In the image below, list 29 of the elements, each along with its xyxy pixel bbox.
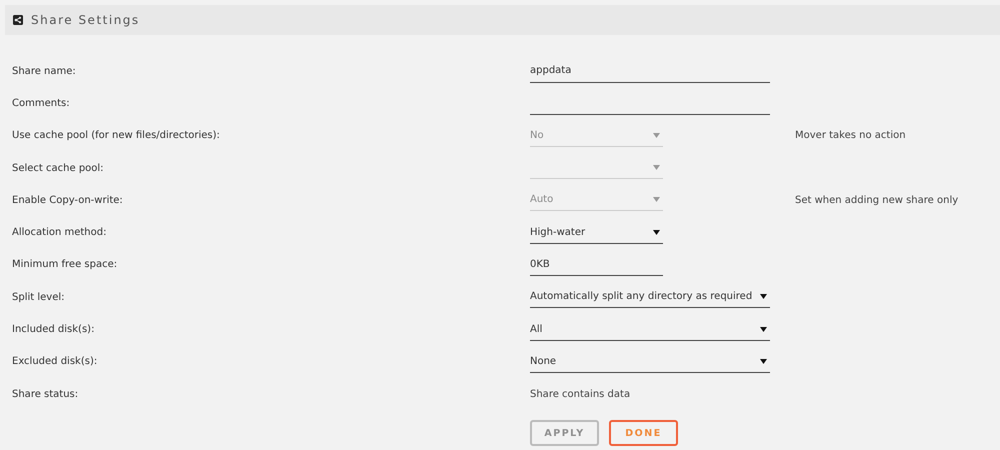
field-note: Mover takes no action [795,130,907,142]
status-text: Share contains data [530,388,630,400]
select-field[interactable]: None [530,350,770,373]
field-label: Split level: [12,292,66,303]
text-field[interactable]: 0KB [530,253,663,276]
caret-icon [653,165,660,170]
share-icon [13,15,23,25]
text-field[interactable]: appdata [530,60,770,83]
select-field[interactable]: Automatically split any directory as required [530,286,770,308]
field-label: Share status: [12,388,80,400]
field-label: Minimum free space: [12,259,118,270]
field-label: Share name: [12,66,77,77]
field-label: Excluded disk(s): [12,356,98,368]
caret-icon [653,230,660,235]
field-label: Select cache pool: [12,162,105,174]
select-field[interactable]: All [530,318,770,341]
field-label: Comments: [12,98,71,109]
field-label: Included disk(s): [12,324,96,336]
field-label: Use cache pool (for new files/directories): [12,130,221,142]
field-note: Set when adding new share only [795,194,960,206]
field-label: Enable Copy-on-write: [12,194,124,206]
header-title: Share Settings [31,13,140,27]
caret-icon [653,132,660,138]
field-label: Allocation method: [12,227,108,238]
caret-icon [653,197,660,202]
caret-icon [760,294,767,300]
caret-icon [760,358,767,364]
caret-icon [760,326,767,332]
select-field[interactable]: High-water [530,222,663,244]
